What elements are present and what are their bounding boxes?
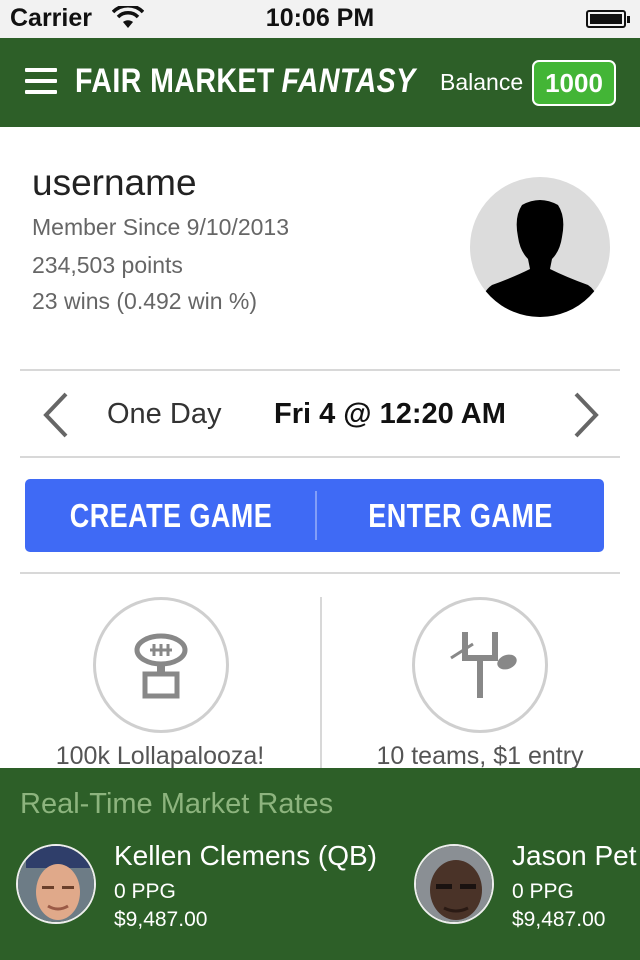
period-label: One Day (107, 398, 222, 430)
player-photo (414, 844, 494, 924)
create-game-button[interactable]: CREATE GAME (51, 479, 290, 552)
member-since: Member Since 9/10/2013 (32, 214, 289, 240)
player-card[interactable]: Jason Pet 0 PPG $9,487.00 (414, 840, 640, 940)
person-silhouette-icon (478, 200, 602, 317)
hamburger-menu-icon[interactable] (25, 68, 57, 94)
button-divider (315, 491, 317, 540)
game-actions: CREATE GAME ENTER GAME (25, 479, 604, 552)
market-rates-panel: Real-Time Market Rates Kellen Clemens (Q… (0, 768, 640, 960)
avatar[interactable] (470, 177, 610, 317)
contest-label: 100k Lollapalooza! (55, 742, 265, 770)
player-price: $9,487.00 (512, 908, 606, 931)
divider (20, 456, 620, 458)
goalpost-football-icon (450, 632, 517, 698)
balance-label: Balance (440, 69, 524, 95)
player-name: Jason Pet (512, 840, 637, 871)
profile-username: username (32, 162, 197, 203)
enter-game-button[interactable]: ENTER GAME (343, 479, 578, 552)
player-name: Kellen Clemens (QB) (114, 840, 377, 871)
player-photo-image (18, 846, 94, 922)
wins-record: 23 wins (0.492 win %) (32, 288, 257, 314)
clock: 10:06 PM (265, 4, 375, 32)
divider (20, 369, 620, 371)
football-trophy-icon (134, 633, 188, 699)
brand-accent: FANTASY (281, 62, 416, 100)
status-bar: Carrier 10:06 PM (0, 0, 640, 38)
divider (20, 572, 620, 574)
balance-badge[interactable]: 1000 (532, 60, 616, 106)
brand-main: FAIR MARKET (75, 62, 275, 100)
contest-card-ten-teams[interactable] (412, 597, 548, 733)
game-date: Fri 4 @ 12:20 AM (274, 398, 506, 430)
chevron-right-icon[interactable] (570, 390, 604, 440)
player-price: $9,487.00 (114, 908, 208, 931)
chevron-left-icon[interactable] (38, 390, 72, 440)
app-header: FAIR MARKET FANTASY Balance 1000 (0, 38, 640, 127)
player-photo (16, 844, 96, 924)
player-ppg: 0 PPG (512, 880, 574, 903)
app-logo: FAIR MARKET FANTASY (75, 62, 416, 101)
battery-icon (586, 10, 630, 28)
player-ppg: 0 PPG (114, 880, 176, 903)
contest-label: 10 teams, $1 entry (376, 742, 584, 770)
market-title: Real-Time Market Rates (20, 788, 334, 820)
points-count: 234,503 points (32, 252, 183, 278)
player-card[interactable]: Kellen Clemens (QB) 0 PPG $9,487.00 (16, 840, 416, 940)
player-photo-image (416, 846, 492, 922)
contest-card-lollapalooza[interactable] (93, 597, 229, 733)
